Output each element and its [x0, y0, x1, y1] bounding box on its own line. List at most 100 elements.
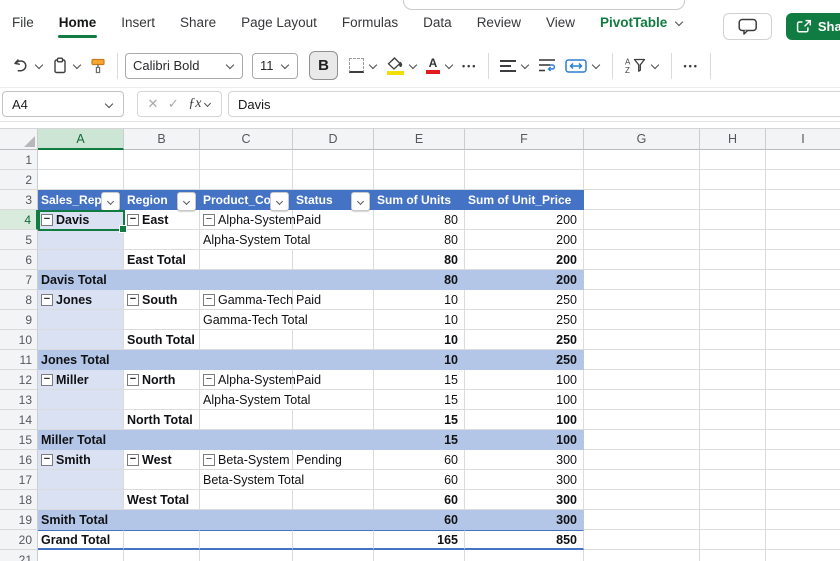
- cell-F1[interactable]: [465, 150, 584, 170]
- row-header-1[interactable]: 1: [0, 150, 38, 170]
- row-header-7[interactable]: 7: [0, 270, 38, 290]
- cell-C14[interactable]: [200, 410, 293, 430]
- menu-tab-view[interactable]: View: [546, 0, 575, 44]
- cell-F13[interactable]: 100: [465, 390, 584, 410]
- row-header-11[interactable]: 11: [0, 350, 38, 370]
- menu-tab-file[interactable]: File: [12, 0, 34, 44]
- cell-C15[interactable]: [200, 430, 293, 450]
- cell-I16[interactable]: [766, 450, 840, 470]
- cell-G10[interactable]: [584, 330, 700, 350]
- cell-H4[interactable]: [700, 210, 766, 230]
- cell-E10[interactable]: 10: [374, 330, 465, 350]
- cell-B17[interactable]: [124, 470, 200, 490]
- cell-A12[interactable]: − Miller: [38, 370, 124, 390]
- cell-G17[interactable]: [584, 470, 700, 490]
- cell-F7[interactable]: 200: [465, 270, 584, 290]
- cell-G9[interactable]: [584, 310, 700, 330]
- cell-C16[interactable]: − Beta-System: [200, 450, 293, 470]
- cell-E16[interactable]: 60: [374, 450, 465, 470]
- cell-I11[interactable]: [766, 350, 840, 370]
- cell-C2[interactable]: [200, 170, 293, 190]
- cell-D4[interactable]: Paid: [293, 210, 374, 230]
- cell-F10[interactable]: 250: [465, 330, 584, 350]
- cell-H5[interactable]: [700, 230, 766, 250]
- cell-H19[interactable]: [700, 510, 766, 530]
- collapse-button[interactable]: −: [41, 293, 53, 306]
- cell-G3[interactable]: [584, 190, 700, 210]
- cell-F20[interactable]: 850: [465, 530, 584, 550]
- menu-tab-home[interactable]: Home: [57, 0, 97, 44]
- cell-F12[interactable]: 100: [465, 370, 584, 390]
- fill-color-button[interactable]: [382, 51, 422, 81]
- collapse-button[interactable]: −: [127, 453, 139, 466]
- cell-H1[interactable]: [700, 150, 766, 170]
- cell-F4[interactable]: 200: [465, 210, 584, 230]
- font-size-select[interactable]: 11: [252, 52, 298, 79]
- row-header-14[interactable]: 14: [0, 410, 38, 430]
- cell-C21[interactable]: [200, 550, 293, 561]
- cell-F21[interactable]: [465, 550, 584, 561]
- cell-I1[interactable]: [766, 150, 840, 170]
- cell-G8[interactable]: [584, 290, 700, 310]
- row-header-16[interactable]: 16: [0, 450, 38, 470]
- cell-B7[interactable]: [124, 270, 200, 290]
- cell-D2[interactable]: [293, 170, 374, 190]
- cell-A10[interactable]: [38, 330, 124, 350]
- column-header-A[interactable]: A: [38, 128, 124, 150]
- cell-I9[interactable]: [766, 310, 840, 330]
- cell-E17[interactable]: 60: [374, 470, 465, 490]
- cell-F15[interactable]: 100: [465, 430, 584, 450]
- cell-C9[interactable]: Gamma-Tech Total: [200, 310, 308, 330]
- cell-C4[interactable]: − Alpha-System: [200, 210, 296, 230]
- collapse-button[interactable]: −: [203, 453, 215, 466]
- cell-B11[interactable]: [124, 350, 200, 370]
- cell-B1[interactable]: [124, 150, 200, 170]
- cell-A6[interactable]: [38, 250, 124, 270]
- cell-B19[interactable]: [124, 510, 200, 530]
- cell-E19[interactable]: 60: [374, 510, 465, 530]
- cell-C13[interactable]: Alpha-System Total: [200, 390, 310, 410]
- cell-G6[interactable]: [584, 250, 700, 270]
- borders-button[interactable]: [345, 51, 382, 81]
- cell-B16[interactable]: − West: [124, 450, 200, 470]
- cell-F9[interactable]: 250: [465, 310, 584, 330]
- cell-B20[interactable]: [124, 530, 200, 550]
- cell-E12[interactable]: 15: [374, 370, 465, 390]
- column-header-E[interactable]: E: [374, 128, 465, 150]
- cell-E13[interactable]: 15: [374, 390, 465, 410]
- cell-E18[interactable]: 60: [374, 490, 465, 510]
- cell-A11[interactable]: Jones Total: [38, 350, 124, 370]
- menu-tab-share[interactable]: Share: [180, 0, 216, 44]
- cell-C3[interactable]: Product_Code: [200, 190, 293, 211]
- cell-G16[interactable]: [584, 450, 700, 470]
- cell-I18[interactable]: [766, 490, 840, 510]
- collapse-button[interactable]: −: [41, 453, 53, 466]
- row-header-4[interactable]: 4: [0, 210, 38, 230]
- cell-D21[interactable]: [293, 550, 374, 561]
- cell-G20[interactable]: [584, 530, 700, 550]
- cell-I20[interactable]: [766, 530, 840, 550]
- cell-C8[interactable]: − Gamma-Tech: [200, 290, 293, 310]
- cell-B18[interactable]: West Total: [124, 490, 200, 510]
- menu-tab-page-layout[interactable]: Page Layout: [241, 0, 317, 44]
- row-header-13[interactable]: 13: [0, 390, 38, 410]
- format-painter-button[interactable]: [86, 51, 110, 81]
- cell-G2[interactable]: [584, 170, 700, 190]
- filter-dropdown-sales_rep[interactable]: [101, 192, 120, 211]
- cell-G18[interactable]: [584, 490, 700, 510]
- cell-B21[interactable]: [124, 550, 200, 561]
- cell-H20[interactable]: [700, 530, 766, 550]
- cell-A20[interactable]: Grand Total: [38, 530, 124, 550]
- cell-D14[interactable]: [293, 410, 374, 430]
- cell-I4[interactable]: [766, 210, 840, 230]
- cell-G21[interactable]: [584, 550, 700, 561]
- row-header-21[interactable]: 21: [0, 550, 38, 561]
- insert-function-icon[interactable]: ƒx: [188, 96, 211, 112]
- cell-A14[interactable]: [38, 410, 124, 430]
- cell-G15[interactable]: [584, 430, 700, 450]
- cell-I21[interactable]: [766, 550, 840, 561]
- collapse-button[interactable]: −: [41, 373, 53, 386]
- cell-D15[interactable]: [293, 430, 374, 450]
- merge-cells-button[interactable]: [561, 51, 605, 81]
- column-header-G[interactable]: G: [584, 128, 700, 150]
